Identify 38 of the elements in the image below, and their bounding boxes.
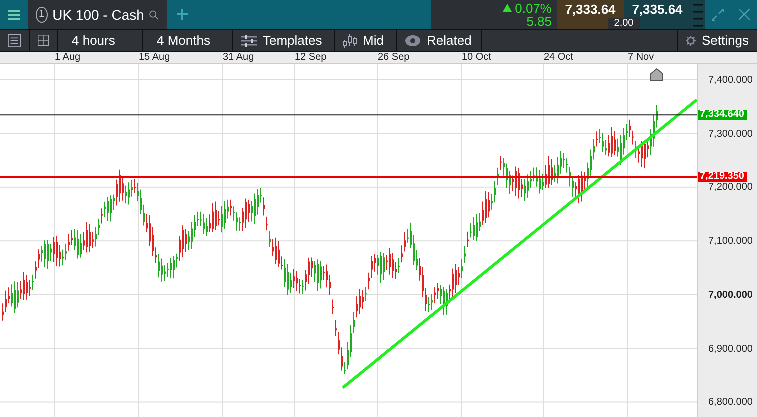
sliders-icon <box>241 34 257 47</box>
instrument-name: UK 100 - Cash <box>52 6 144 22</box>
buy-price-button[interactable]: 7,335.64 <box>624 0 691 18</box>
date-label: 31 Aug <box>223 52 254 64</box>
date-label: 1 Aug <box>55 52 81 64</box>
date-label: 12 Sep <box>295 52 327 64</box>
date-label: 15 Aug <box>139 52 170 64</box>
list-icon <box>8 34 21 48</box>
spread-value: 2.00 <box>608 18 640 29</box>
lines-icon <box>693 2 703 26</box>
expand-icon <box>712 8 724 20</box>
price-tag: 7,219.350 <box>698 172 746 182</box>
eye-icon <box>405 34 421 47</box>
price-label: 7,100.000 <box>708 237 753 248</box>
grid-layout-icon <box>38 33 49 48</box>
price-tag: 7,334.640 <box>698 110 746 120</box>
date-label: 10 Oct <box>462 52 492 64</box>
price-label: 7,300.000 <box>708 130 753 140</box>
instrument-tab[interactable]: 1 UK 100 - Cash <box>28 0 167 29</box>
close-icon <box>738 9 750 20</box>
date-label: 7 Nov <box>628 52 654 64</box>
price-label: 7,400.000 <box>708 76 753 86</box>
marker-arrow-icon[interactable] <box>650 68 664 82</box>
price-label: 7,000.000 <box>708 290 753 301</box>
plus-icon <box>176 9 188 20</box>
change-points: 5.85 <box>526 14 552 28</box>
gear-icon <box>686 34 696 48</box>
date-label: 26 Sep <box>378 52 410 64</box>
candlestick-icon <box>343 34 357 48</box>
price-label: 7,200.000 <box>708 183 753 194</box>
price-label: 6,800.000 <box>708 398 753 408</box>
price-label: 6,900.000 <box>708 344 753 354</box>
sell-price-button[interactable]: 7,333.64 <box>557 0 624 18</box>
date-label: 24 Oct <box>544 52 574 64</box>
change-percent: 0.07% <box>515 2 552 14</box>
menu-icon <box>8 8 20 20</box>
tab-number: 1 <box>36 6 48 22</box>
up-triangle-icon <box>503 4 512 12</box>
